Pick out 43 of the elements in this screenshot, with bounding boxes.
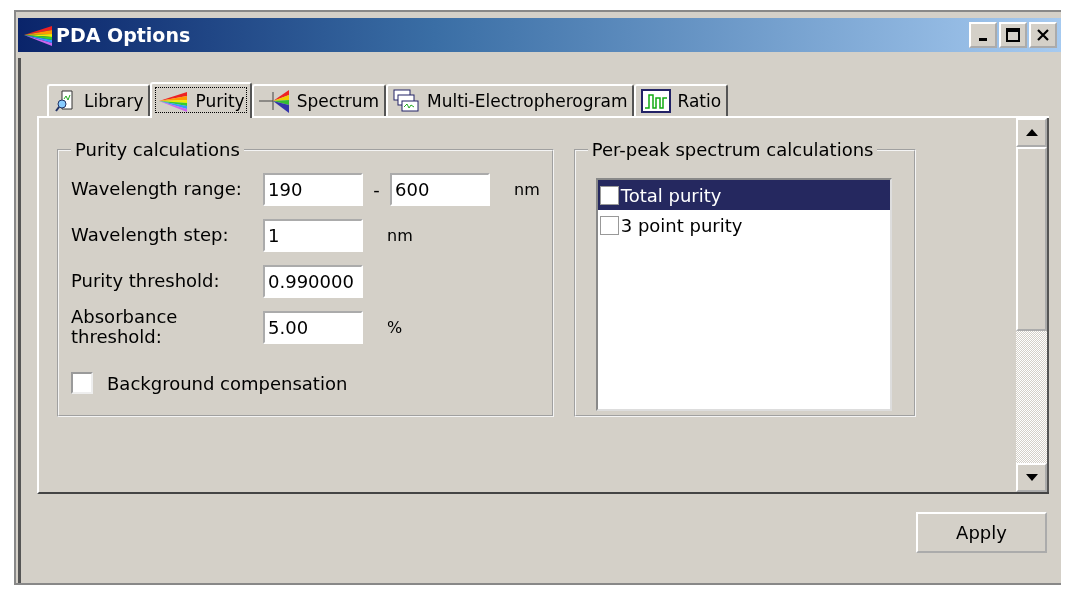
input-field[interactable]: 190	[263, 172, 363, 206]
apply-button[interactable]: Apply	[916, 512, 1047, 553]
unit-label: nm	[387, 225, 413, 245]
close-icon	[1036, 28, 1050, 42]
unit-label: %	[387, 317, 403, 337]
checkbox[interactable]	[599, 215, 619, 235]
group-title: Per-peak spectrum calculations	[590, 139, 875, 160]
tab[interactable]: Library	[47, 84, 151, 116]
scroll-down-button[interactable]	[1016, 463, 1047, 492]
field-label: Purity threshold:	[71, 271, 221, 291]
field-label: Absorbance threshold:	[71, 307, 179, 347]
spectrum-fan-icon	[157, 90, 190, 112]
scroll-thumb[interactable]	[1016, 147, 1047, 331]
tab[interactable]: Multi-Electropherogram	[386, 84, 635, 116]
maximize-icon	[1006, 28, 1020, 42]
window-title: PDA Options	[56, 24, 191, 46]
field-label: Wavelength range:	[71, 179, 243, 199]
group-title: Purity calculations	[74, 139, 241, 160]
square-wave-icon	[641, 89, 672, 113]
tab[interactable]: Purity	[150, 82, 252, 118]
prism-spectrum-icon	[258, 88, 291, 114]
close-button[interactable]	[1029, 22, 1057, 48]
minimize-icon	[979, 38, 987, 41]
spectrum-fan-icon	[22, 24, 54, 46]
maximize-button[interactable]	[999, 22, 1027, 48]
tab[interactable]: Spectrum	[251, 84, 386, 116]
up-arrow-icon	[1025, 129, 1038, 136]
input-field[interactable]: 0.990000	[263, 264, 363, 298]
down-arrow-icon	[1025, 474, 1038, 481]
checkbox[interactable]	[599, 185, 619, 205]
range-separator: -	[372, 178, 381, 200]
unit-label: nm	[514, 179, 540, 199]
scroll-up-button[interactable]	[1016, 118, 1047, 147]
input-field[interactable]: 600	[390, 172, 490, 206]
minimize-button[interactable]	[969, 22, 997, 48]
stacked-windows-icon	[393, 89, 421, 113]
scrollbar[interactable]	[1016, 118, 1049, 492]
input-field[interactable]: 1	[263, 218, 363, 252]
input-field[interactable]: 5.00	[263, 310, 363, 344]
list-item[interactable]: Total purity	[597, 180, 890, 210]
field-label: Wavelength step:	[71, 225, 230, 245]
checkbox-label: Background compensation	[107, 372, 348, 394]
tab[interactable]: Ratio	[634, 84, 729, 116]
